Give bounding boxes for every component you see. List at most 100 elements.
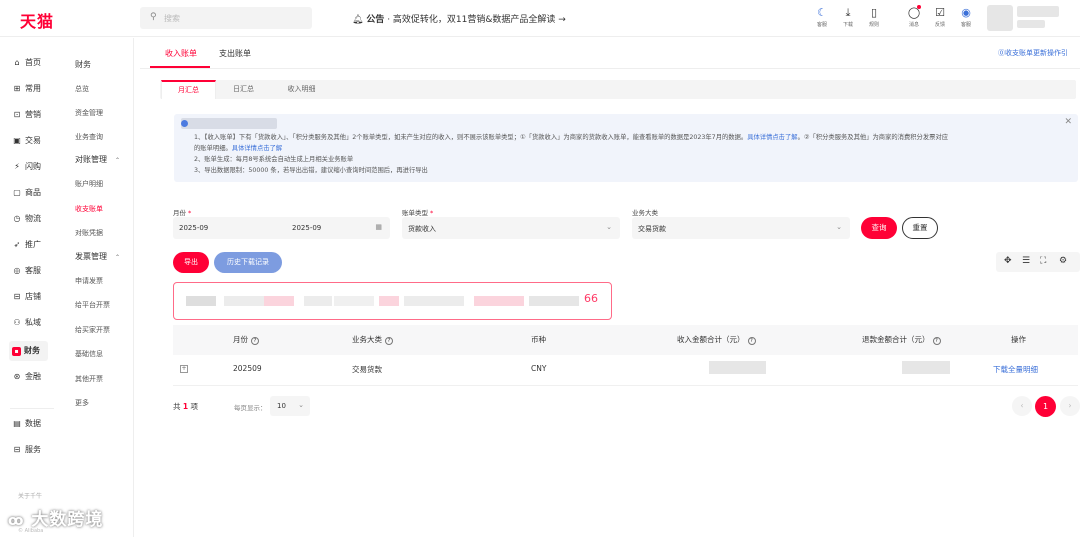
chevron-up-icon: ⌃ <box>115 157 121 164</box>
detail-link-2[interactable]: 具体详情点击了解 <box>232 145 282 152</box>
nav-common[interactable]: ⊞ 常用 <box>12 79 41 99</box>
unread-dot <box>917 5 921 9</box>
query-button[interactable]: 查询 <box>861 217 897 239</box>
search-icon: ⚲ <box>150 12 157 22</box>
redacted-block <box>224 296 264 306</box>
nav-goods[interactable]: ▢ 商品 <box>12 183 41 203</box>
nav2-buyer-invoice[interactable]: 给买家开票 <box>75 325 110 335</box>
bill-type-select[interactable]: 货款收入 ⌄ <box>402 217 620 239</box>
chevron-up-icon: ⌃ <box>115 254 121 261</box>
about-link[interactable]: 关于千牛 <box>18 491 42 500</box>
nav2-title: 财务 <box>75 60 91 69</box>
nav-private[interactable]: ⚇ 私域 <box>12 313 41 333</box>
bill-type-value: 货款收入 <box>408 225 436 233</box>
redacted-block <box>404 296 464 306</box>
nav-services[interactable]: ⊟ 服务 <box>12 440 41 460</box>
nav2-funds[interactable]: 资金管理 <box>75 108 103 118</box>
prev-page-button[interactable]: ‹ <box>1012 396 1032 416</box>
nav-flash[interactable]: ⚡ 闪购 <box>12 157 41 177</box>
book-icon[interactable]: ▯ 规则 <box>864 6 884 28</box>
redacted-block <box>186 296 216 306</box>
marketing-icon: ⊡ <box>13 110 21 119</box>
search-input[interactable]: ⚲ 搜索 <box>140 7 312 29</box>
redacted-tail-text: 66 <box>584 292 598 305</box>
nav-logistics[interactable]: ◷ 物流 <box>12 209 42 229</box>
services-icon: ⊟ <box>13 445 21 454</box>
nav2-overview[interactable]: 总览 <box>75 84 89 94</box>
density-icon[interactable]: ☰ <box>1022 256 1030 266</box>
service-icon: ◎ <box>13 266 21 275</box>
nav-banking[interactable]: ⊛ 金融 <box>12 367 41 387</box>
announcement[interactable]: 🔔︎ 公告 · 高效促转化，双11营销&数据产品全解读 → <box>352 12 566 25</box>
download-icon[interactable]: ⤓ 下载 <box>838 6 858 28</box>
tab-expense-bill[interactable]: 支出账单 <box>219 48 251 59</box>
close-icon[interactable]: ✕ <box>1064 117 1072 127</box>
nav-home[interactable]: ⌂ 首页 <box>12 53 41 73</box>
watermark: ꝏ 大数跨境 <box>8 510 104 530</box>
nav2-basic-info[interactable]: 基础信息 <box>75 349 103 359</box>
nav-trade[interactable]: ▣ 交易 <box>12 131 41 151</box>
nav2-group-reconcile[interactable]: 对账管理 ⌃ <box>75 154 120 165</box>
reset-button[interactable]: 重置 <box>902 217 938 239</box>
business-category-select[interactable]: 交易货款 ⌄ <box>632 217 850 239</box>
feedback-icon[interactable]: ☑ 反馈 <box>930 6 950 28</box>
nav2-apply-invoice[interactable]: 申请发票 <box>75 276 103 286</box>
subtab-monthly[interactable]: 月汇总 <box>161 80 216 99</box>
message-icon[interactable]: ◯ 消息 <box>904 6 924 28</box>
th-refund-total: 退款金额合计（元）? <box>862 334 941 345</box>
next-page-button[interactable]: › <box>1060 396 1080 416</box>
nav-data[interactable]: ▤ 数据 <box>12 414 41 434</box>
promotion-icon: ➶ <box>13 240 21 249</box>
primary-nav: ⌂ 首页 ⊞ 常用 ⊡ 营销 ▣ 交易 ⚡ 闪购 ▢ 商品 ◷ 物流 ➶ 推广 ◎ 客服 ⊟ 店铺 … <box>0 38 62 537</box>
nav-shop[interactable]: ⊟ 店铺 <box>12 287 41 307</box>
moon-icon[interactable]: ☾ 客服 <box>812 6 832 28</box>
nav2-platform-invoice[interactable]: 给平台开票 <box>75 300 110 310</box>
cell-currency: CNY <box>531 364 547 373</box>
page-size-label: 每页显示： <box>234 404 267 412</box>
month-label: 月份 * <box>173 209 192 217</box>
nav2-group-invoice[interactable]: 发票管理 ⌃ <box>75 251 120 262</box>
cell-business: 交易货款 <box>352 365 382 374</box>
nav2-business-query[interactable]: 业务查询 <box>75 132 103 142</box>
goods-icon: ▢ <box>13 188 21 197</box>
download-history-button[interactable]: 历史下载记录 <box>214 252 282 273</box>
detail-link[interactable]: 具体详情点击了解 <box>747 134 797 141</box>
page-size-select[interactable]: 10 ⌄ <box>270 396 310 416</box>
tmall-logo[interactable]: 天猫 <box>20 8 54 32</box>
notice-line-3: 3、导出数据限制：50000 条，若导出出错，建议缩小查询时间范围后，再进行导出 <box>194 167 428 174</box>
nav2-more[interactable]: 更多 <box>75 398 89 408</box>
avatar[interactable] <box>987 5 1013 31</box>
watermark-logo-icon: ꝏ <box>8 513 25 529</box>
drag-icon[interactable]: ✥ <box>1004 256 1012 266</box>
tab-income-bill[interactable]: 收入账单 <box>165 48 197 59</box>
nav-service[interactable]: ◎ 客服 <box>12 261 42 281</box>
nav2-other-invoice[interactable]: 其他开票 <box>75 374 103 384</box>
nav-divider <box>10 408 54 409</box>
download-full-detail-link[interactable]: 下载全量明细 <box>993 364 1038 375</box>
month-start: 2025-09 <box>179 224 209 232</box>
th-business: 业务大类? <box>352 334 393 345</box>
fullscreen-icon[interactable]: ⛶ <box>1040 256 1046 266</box>
help-link[interactable]: ⓪收支账单更新操作引 <box>998 48 1068 58</box>
nav2-voucher[interactable]: 对账凭据 <box>75 228 103 238</box>
nav2-account-detail[interactable]: 账户明细 <box>75 179 103 189</box>
announcement-label: 公告 <box>366 15 385 25</box>
nav-marketing[interactable]: ⊡ 营销 <box>12 105 41 125</box>
headset-icon[interactable]: ◉ 客服 <box>956 6 976 28</box>
table-header <box>173 325 1078 355</box>
month-range-picker[interactable]: 2025-09 2025-09 ▦ <box>173 217 390 239</box>
settings-icon[interactable]: ⚙ <box>1059 256 1067 266</box>
highlighted-redacted-box: 66 <box>173 282 612 320</box>
subtab-daily[interactable]: 日汇总 <box>216 80 271 99</box>
bell-icon: 🔔︎ <box>352 15 364 25</box>
export-button[interactable]: 导出 <box>173 252 209 273</box>
subtab-income-detail[interactable]: 收入明细 <box>274 80 329 99</box>
data-icon: ▤ <box>13 419 21 428</box>
notice-line-2: 2、账单生成：每月8号系统会自动生成上月相关业务账单 <box>194 156 354 163</box>
nav-promotion[interactable]: ➶ 推广 <box>12 235 41 255</box>
row-expand-icon[interactable]: + <box>180 365 188 373</box>
notice-box: ✕ 1、【收入账单】下有「货款收入」、「积分类服务及其他」2个账单类型，如未产生… <box>174 114 1078 182</box>
current-page-button[interactable]: 1 <box>1035 396 1056 417</box>
nav2-income-bill[interactable]: 收支账单 <box>75 204 103 214</box>
nav-finance[interactable]: ▪ 财务 <box>9 341 48 361</box>
